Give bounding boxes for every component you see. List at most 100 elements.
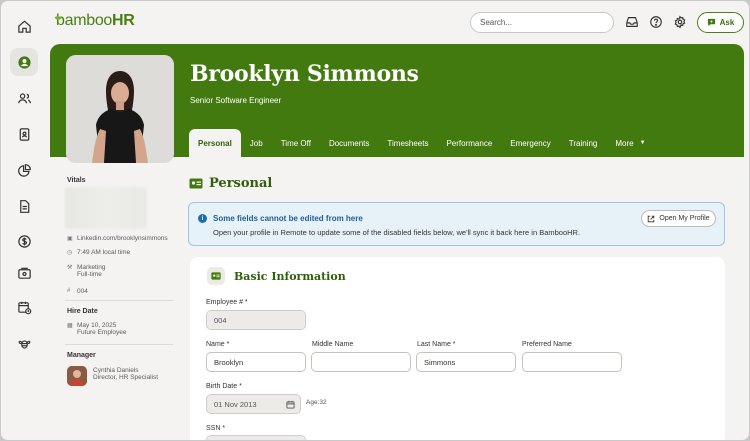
ask-button[interactable]: Ask — [697, 12, 744, 33]
linkedin-row[interactable]: ▣ Linkedin.com/brooklynsimmons — [67, 235, 168, 242]
first-name-field[interactable]: Brooklyn — [206, 352, 306, 372]
tab-emergency[interactable]: Emergency — [501, 129, 559, 157]
profile-tabs: Personal Job Time Off Documents Timeshee… — [189, 129, 655, 157]
user-circle-icon — [17, 55, 31, 69]
document-icon — [19, 199, 29, 213]
employee-number-field[interactable]: 004 — [206, 310, 306, 330]
tab-time-off[interactable]: Time Off — [272, 129, 320, 157]
nav-bamboo-extras[interactable] — [10, 329, 38, 357]
local-time-row: ◷ 7:49 AM local time — [67, 249, 131, 256]
inbox-button[interactable] — [624, 14, 640, 30]
nav-compensation[interactable] — [10, 227, 38, 255]
manager-avatar-image — [67, 366, 87, 386]
id-card-icon — [211, 272, 221, 280]
last-name-label: Last Name * — [417, 341, 456, 348]
notice-title: Some fields cannot be edited from here — [213, 214, 363, 223]
birth-date-picker-button[interactable] — [280, 394, 301, 414]
app-window: bambooHR Ask Brooklyn Simmons Senior Sof… — [1, 1, 749, 440]
help-button[interactable] — [648, 14, 664, 30]
gear-icon — [674, 15, 686, 29]
nav-time[interactable] — [10, 293, 38, 321]
nav-directory[interactable] — [10, 120, 38, 148]
help-icon — [650, 16, 662, 28]
ask-chat-icon — [707, 18, 715, 27]
notice-body: Open your profile in Remote to update so… — [213, 228, 581, 237]
manager-heading: Manager — [67, 352, 96, 359]
nav-files[interactable] — [10, 192, 38, 220]
divider — [65, 344, 173, 345]
basic-information-header: Basic Information — [207, 267, 346, 285]
people-icon — [17, 92, 31, 103]
bamboohr-logo[interactable]: bambooHR — [52, 12, 135, 30]
department-text: Marketing Full-time — [77, 264, 106, 278]
info-notice: i Some fields cannot be edited from here… — [188, 202, 725, 246]
tab-personal[interactable]: Personal — [189, 129, 241, 157]
nav-home[interactable] — [10, 12, 38, 40]
basic-information-title: Basic Information — [234, 269, 346, 283]
nav-payroll[interactable] — [10, 259, 38, 287]
tab-timesheets[interactable]: Timesheets — [378, 129, 437, 157]
employee-job-title: Senior Software Engineer — [190, 96, 282, 105]
tab-more-label: More — [615, 138, 634, 148]
divider — [65, 300, 173, 301]
calendar-icon: ▦ — [67, 323, 73, 329]
inbox-icon — [626, 17, 638, 27]
age-text: Age:32 — [306, 399, 327, 406]
linkedin-icon: ▣ — [67, 236, 73, 242]
nav-people[interactable] — [10, 84, 38, 112]
bee-icon — [18, 339, 30, 349]
profile-photo[interactable] — [66, 55, 174, 163]
clock-icon: ◷ — [67, 250, 73, 256]
tab-job[interactable]: Job — [241, 129, 272, 157]
manager-avatar[interactable] — [67, 366, 87, 386]
manager-text: Cynthia Daniels Director, HR Specialist — [93, 367, 158, 381]
preferred-name-field[interactable] — [522, 352, 622, 372]
id-card-icon — [189, 178, 203, 189]
department-value: Marketing — [77, 264, 106, 271]
employee-number-label: Employee # * — [206, 299, 248, 306]
hire-status-value: Future Employee — [77, 329, 127, 336]
calendar-icon — [285, 400, 295, 409]
hire-date-value: May 10, 2025 — [77, 322, 117, 329]
profile-photo-image — [66, 55, 174, 163]
manager-name: Cynthia Daniels — [93, 367, 139, 374]
hire-date-text: May 10, 2025 Future Employee — [77, 322, 127, 336]
vitals-heading: Vitals — [67, 177, 86, 184]
hire-date-row: ▦ May 10, 2025 Future Employee — [67, 322, 127, 336]
redacted-vitals — [65, 187, 147, 229]
dollar-icon — [17, 234, 31, 248]
open-my-profile-button[interactable]: Open My Profile — [641, 210, 716, 227]
last-name-field[interactable]: Simmons — [416, 352, 516, 372]
search-input[interactable] — [470, 12, 614, 33]
external-link-icon — [648, 215, 655, 222]
employee-name: Brooklyn Simmons — [190, 61, 419, 87]
hash-icon: # — [67, 288, 71, 294]
tab-performance[interactable]: Performance — [437, 129, 501, 157]
middle-name-field[interactable] — [311, 352, 411, 372]
nav-reports[interactable] — [10, 156, 38, 184]
ssn-field[interactable] — [206, 435, 306, 440]
nav-my-profile[interactable] — [10, 48, 38, 76]
home-icon — [17, 20, 31, 33]
calendar-clock-icon — [17, 301, 31, 314]
tab-more[interactable]: More ▼ — [606, 129, 654, 157]
settings-button[interactable] — [672, 14, 688, 30]
manager-info[interactable]: Cynthia Daniels Director, HR Specialist — [93, 367, 158, 381]
tab-training[interactable]: Training — [560, 129, 607, 157]
preferred-name-label: Preferred Name — [522, 341, 572, 348]
hire-date-heading: Hire Date — [67, 308, 98, 315]
employee-number-row: #004 — [67, 288, 88, 295]
info-icon: i — [198, 214, 207, 223]
birth-date-field[interactable]: 01 Nov 2013 — [206, 394, 281, 414]
tab-documents[interactable]: Documents — [320, 129, 378, 157]
basic-info-icon-box — [207, 267, 225, 285]
middle-name-label: Middle Name — [312, 341, 354, 348]
name-label: Name * — [206, 341, 230, 348]
manager-title: Director, HR Specialist — [93, 374, 159, 381]
birth-date-label: Birth Date * — [206, 383, 242, 390]
section-title: Personal — [189, 176, 272, 191]
id-badge-icon — [19, 127, 29, 141]
ssn-label: SSN * — [206, 425, 226, 432]
caret-down-icon: ▼ — [639, 140, 646, 146]
left-nav-rail — [1, 1, 47, 440]
